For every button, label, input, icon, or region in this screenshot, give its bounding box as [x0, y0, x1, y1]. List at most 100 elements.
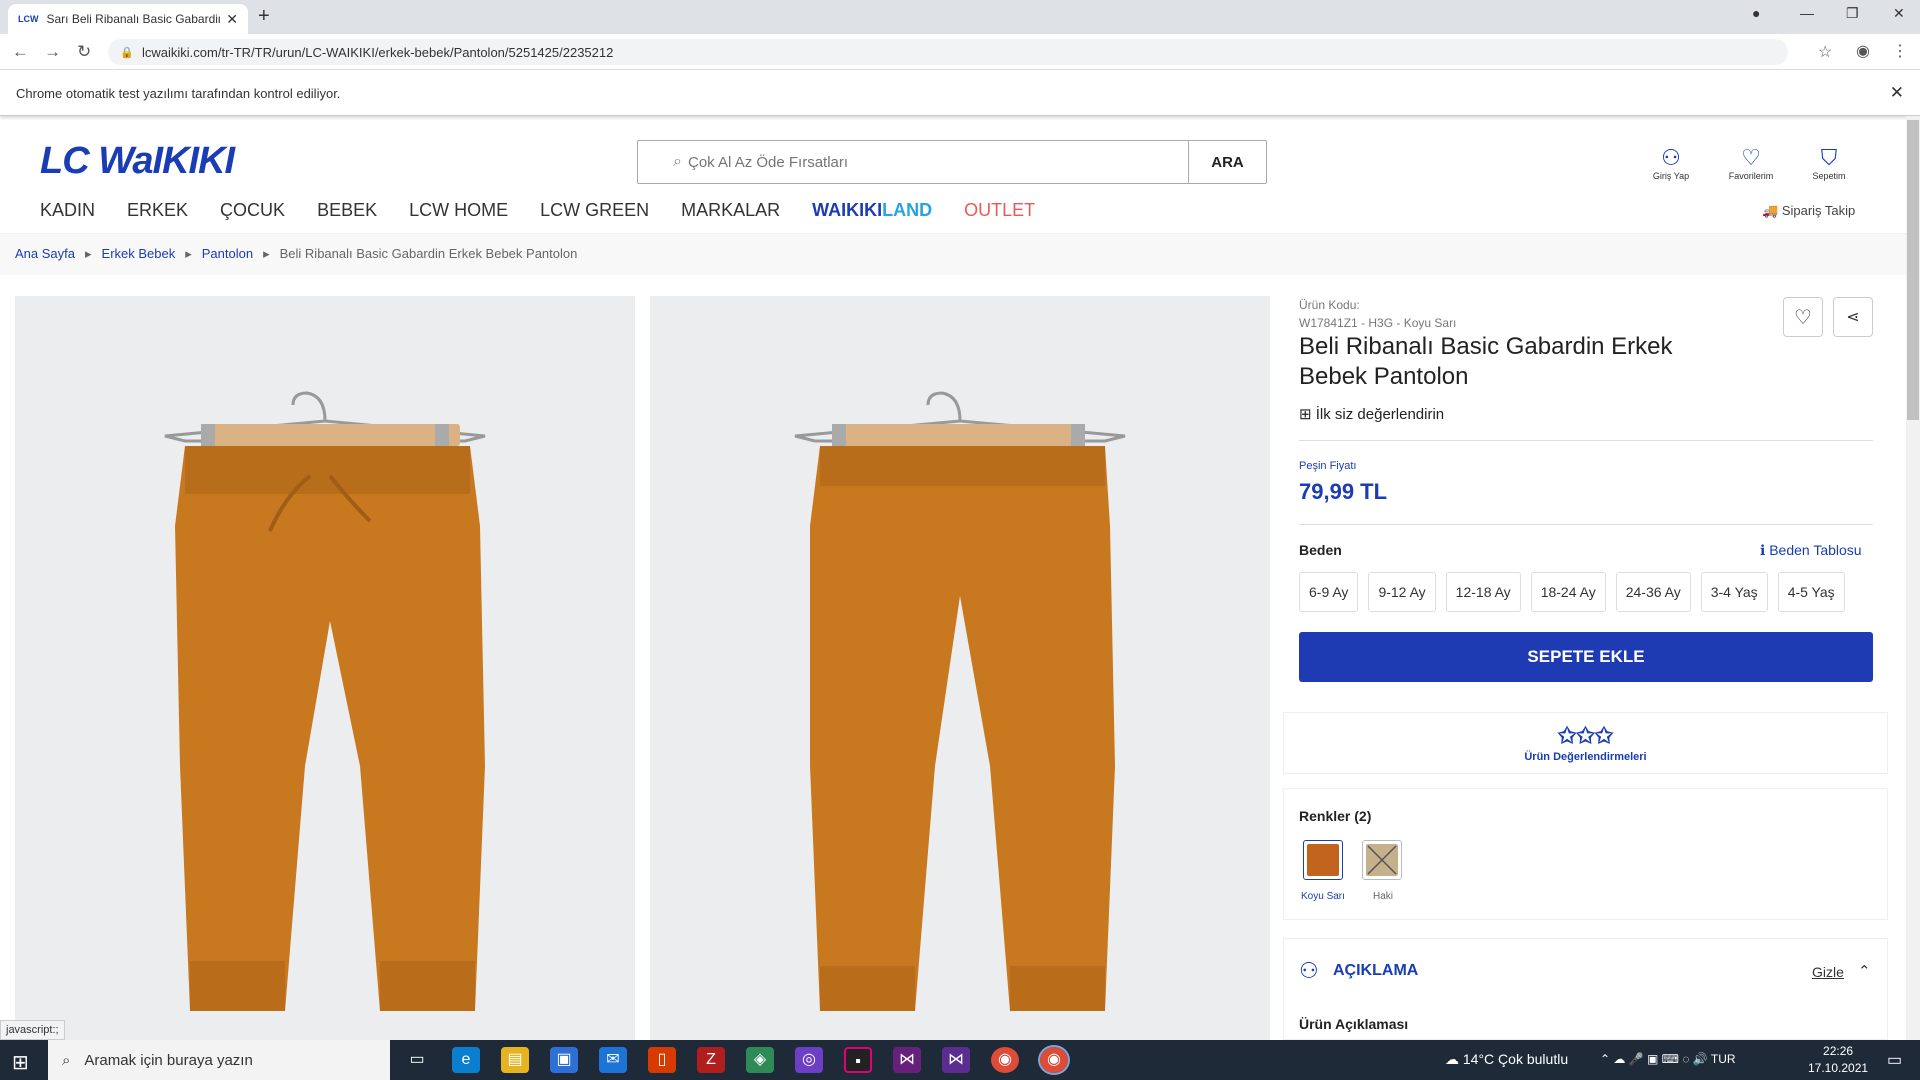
maximize-icon[interactable]: ❐ — [1846, 5, 1859, 22]
login-button[interactable]: ⚇ Giriş Yap — [1641, 145, 1701, 181]
infobar-close-icon[interactable]: ✕ — [1890, 83, 1904, 103]
close-tab-icon[interactable]: ✕ — [226, 11, 238, 28]
taskbar-search[interactable]: ⌕ Aramak için buraya yazın — [48, 1040, 390, 1080]
lock-icon: 🔒 — [120, 46, 134, 59]
tray-icons: ⌃ ☁ 🎤 ▣ ⌨ ◌ 🔊 — [1600, 1052, 1711, 1066]
account-icon[interactable]: ◉ — [1856, 41, 1870, 61]
url-text: lcwaikiki.com/tr-TR/TR/urun/LC-WAIKIKI/e… — [142, 44, 614, 60]
browser-tab[interactable]: LCW Sarı Beli Ribanalı Basic Gabardin E … — [8, 4, 248, 34]
price-label: Peşin Fiyatı — [1299, 460, 1357, 472]
nav-outlet[interactable]: OUTLET — [964, 200, 1035, 221]
visual-studio-icon[interactable]: ⋈ — [893, 1047, 921, 1073]
divider — [1299, 524, 1873, 525]
cart-button[interactable]: ⛉ Sepetim — [1799, 145, 1859, 181]
clock-time: 22:26 — [1823, 1044, 1854, 1058]
office-icon[interactable]: ▯ — [648, 1047, 676, 1073]
edge-icon[interactable]: e — [452, 1047, 480, 1073]
nav-markalar[interactable]: MARKALAR — [681, 200, 780, 221]
notification-icon[interactable]: ▭ — [1887, 1050, 1902, 1070]
tab-bar — [0, 0, 1920, 34]
language-indicator[interactable]: TUR — [1711, 1052, 1736, 1066]
crumb-pantolon[interactable]: Pantolon — [202, 246, 253, 262]
crumb-erkek-bebek[interactable]: Erkek Bebek — [102, 246, 176, 262]
nav-erkek[interactable]: ERKEK — [127, 200, 188, 221]
size-18-24[interactable]: 18-24 Ay — [1530, 572, 1606, 612]
url-field[interactable]: 🔒 lcwaikiki.com/tr-TR/TR/urun/LC-WAIKIKI… — [108, 39, 1788, 65]
forward-icon[interactable]: → — [44, 42, 61, 62]
cloud-icon: ☁ — [1445, 1051, 1459, 1067]
share-button[interactable]: ⋖ — [1833, 297, 1873, 337]
divider — [1299, 440, 1873, 441]
vs-code-icon[interactable]: ⋈ — [942, 1047, 970, 1073]
heart-icon: ♡ — [1741, 145, 1761, 170]
size-12-18[interactable]: 12-18 Ay — [1445, 572, 1521, 612]
intellij-icon[interactable]: ▪ — [844, 1047, 872, 1073]
system-tray[interactable]: ⌃ ☁ 🎤 ▣ ⌨ ◌ 🔊 TUR — [1600, 1052, 1736, 1066]
mail-icon[interactable]: ✉ — [599, 1047, 627, 1073]
size-table-label: Beden Tablosu — [1769, 542, 1862, 558]
profile-menu-icon[interactable]: ● — [1752, 5, 1760, 21]
task-view-icon[interactable]: ▭ — [403, 1047, 431, 1073]
color-swatch-haki[interactable] — [1362, 840, 1402, 880]
back-icon[interactable]: ← — [12, 42, 29, 62]
product-image-front[interactable] — [15, 296, 635, 1041]
bookmark-star-icon[interactable]: ☆ — [1818, 42, 1832, 62]
color-label-koyu-sari: Koyu Sarı — [1301, 891, 1345, 902]
size-24-36[interactable]: 24-36 Ay — [1615, 572, 1691, 612]
add-favorite-button[interactable]: ♡ — [1783, 297, 1823, 337]
size-9-12[interactable]: 9-12 Ay — [1368, 572, 1436, 612]
order-tracking-link[interactable]: 🚚 Sipariş Takip — [1762, 203, 1855, 219]
new-tab-icon[interactable]: + — [258, 5, 270, 28]
scrollbar-thumb[interactable] — [1907, 120, 1919, 420]
store-icon[interactable]: ▣ — [550, 1047, 578, 1073]
color-swatch-koyu-sari[interactable] — [1303, 840, 1343, 880]
size-options: 6-9 Ay 9-12 Ay 12-18 Ay 18-24 Ay 24-36 A… — [1299, 572, 1845, 612]
nav-lcw-home[interactable]: LCW HOME — [409, 200, 508, 221]
product-image-back[interactable] — [650, 296, 1270, 1041]
chrome-icon-active[interactable]: ◉ — [1038, 1045, 1070, 1075]
chrome-icon[interactable]: ◉ — [991, 1047, 1019, 1073]
app-icon[interactable]: ◎ — [795, 1047, 823, 1073]
windows-start-icon[interactable]: ⊞ — [12, 1050, 29, 1075]
nav-waikikiland[interactable]: WAIKIKILAND — [812, 200, 932, 221]
nav-lcw-green[interactable]: LCW GREEN — [540, 200, 649, 221]
hide-description-link[interactable]: Gizle — [1812, 964, 1844, 980]
favorites-label: Favorilerim — [1728, 171, 1774, 181]
weather-widget[interactable]: ☁ 14°C Çok bulutlu — [1445, 1051, 1568, 1068]
favorites-button[interactable]: ♡ Favorilerim — [1721, 145, 1781, 181]
order-tracking-label: Sipariş Takip — [1781, 203, 1856, 218]
clock[interactable]: 22:26 17.10.2021 — [1808, 1043, 1868, 1077]
menu-dots-icon[interactable]: ⋮ — [1892, 41, 1908, 61]
nav-cocuk[interactable]: ÇOCUK — [220, 200, 285, 221]
crumb-home[interactable]: Ana Sayfa — [15, 246, 75, 262]
nav-kadin[interactable]: KADIN — [40, 200, 95, 221]
description-person-icon: ⚇ — [1299, 958, 1319, 983]
review-link[interactable]: ⊞ İlk siz değerlendirin — [1299, 405, 1444, 423]
lcw-logo[interactable]: LC WaIKIKI — [40, 140, 235, 183]
close-window-icon[interactable]: ✕ — [1893, 5, 1905, 22]
main-nav: KADIN ERKEK ÇOCUK BEBEK LCW HOME LCW GRE… — [40, 200, 1035, 221]
minimize-icon[interactable]: — — [1800, 5, 1814, 21]
filezilla-icon[interactable]: Z — [697, 1047, 725, 1073]
product-code-label: Ürün Kodu: — [1299, 298, 1360, 312]
chevron-up-icon[interactable]: ⌃ — [1858, 962, 1871, 980]
search-button[interactable]: ARA — [1188, 141, 1266, 183]
reload-icon[interactable]: ↻ — [77, 42, 91, 62]
ratings-card[interactable]: ✩✩✩ Ürün Değerlendirmeleri — [1283, 712, 1888, 774]
description-header[interactable]: AÇIKLAMA — [1333, 962, 1418, 980]
size-table-link[interactable]: ℹ Beden Tablosu — [1760, 542, 1862, 559]
tab-title: Sarı Beli Ribanalı Basic Gabardin E — [46, 12, 221, 26]
search-input[interactable] — [688, 141, 1188, 183]
size-6-9[interactable]: 6-9 Ay — [1299, 572, 1359, 612]
size-4-5[interactable]: 4-5 Yaş — [1777, 572, 1845, 612]
nav-bebek[interactable]: BEBEK — [317, 200, 377, 221]
cart-label: Sepetim — [1812, 171, 1846, 181]
file-explorer-icon[interactable]: ▤ — [501, 1047, 529, 1073]
pants-front-illustration — [164, 391, 486, 1011]
nav-land-text: LAND — [882, 200, 933, 220]
app-icon[interactable]: ◈ — [746, 1047, 774, 1073]
user-icon: ⚇ — [1661, 145, 1681, 170]
add-to-cart-button[interactable]: SEPETE EKLE — [1299, 632, 1873, 682]
size-3-4[interactable]: 3-4 Yaş — [1700, 572, 1768, 612]
infobar-text: Chrome otomatik test yazılımı tarafından… — [16, 86, 341, 101]
